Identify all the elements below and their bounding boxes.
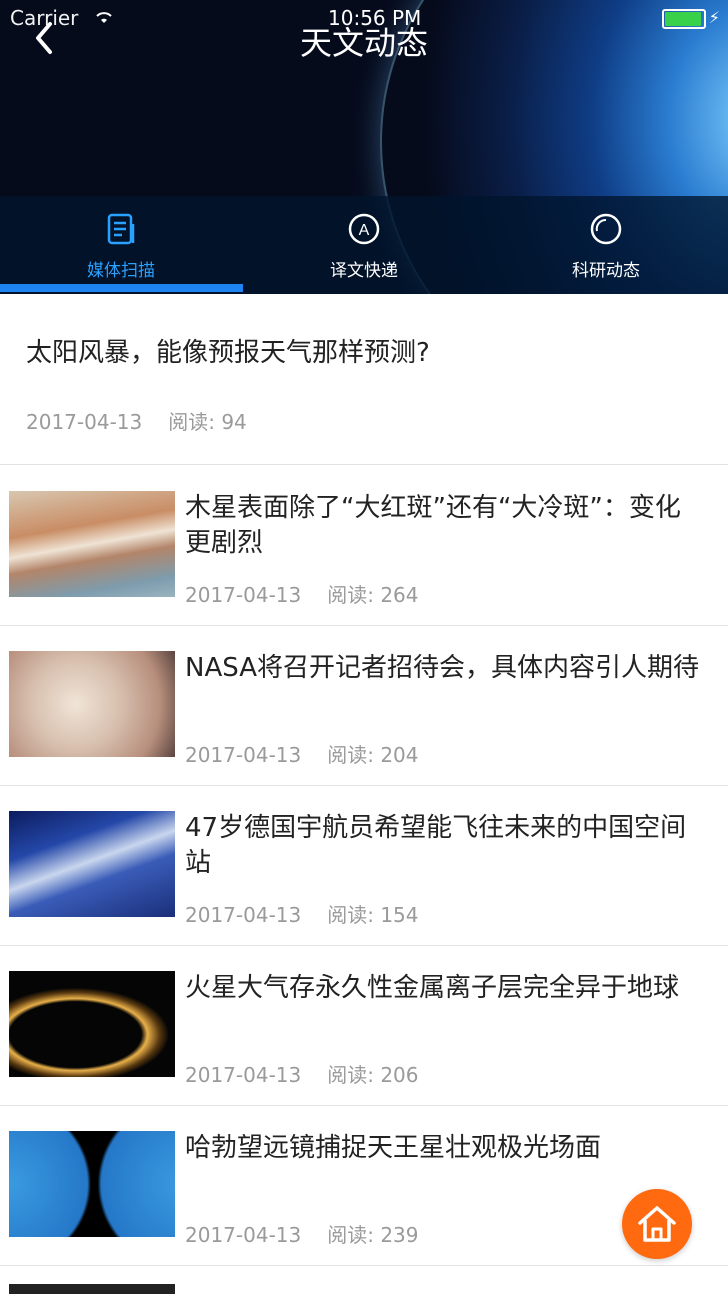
- list-item[interactable]: 木星表面除了“大红斑”还有“大冷斑”：变化更剧烈 2017-04-13 阅读: 2…: [0, 465, 728, 626]
- article-title: 太阳风暴，能像预报天气那样预测?: [26, 338, 430, 368]
- article-thumbnail: [9, 971, 175, 1077]
- article-views: 阅读: 94: [168, 410, 247, 434]
- list-item[interactable]: NASA将召开记者招待会，具体内容引人期待 2017-04-13 阅读: 204: [0, 625, 728, 786]
- header-banner: Carrier 10:56 PM ⚡ 天文动态 媒体扫描 A 译文快递 科研动态: [0, 0, 728, 294]
- article-meta: 2017-04-13 阅读: 204: [185, 739, 419, 768]
- article-views: 阅读: 206: [327, 1063, 419, 1087]
- article-title: 47岁德国宇航员希望能飞往未来的中国空间站: [185, 813, 687, 878]
- list-item[interactable]: 哈勃望远镜捕捉天王星壮观极光场面 2017-04-13 阅读: 239: [0, 1105, 728, 1266]
- tab-research-news[interactable]: 科研动态: [485, 196, 727, 294]
- home-icon: [638, 1206, 676, 1242]
- article-date: 2017-04-13: [185, 903, 302, 927]
- tab-label: 译文快递: [330, 261, 398, 281]
- article-thumbnail: [9, 811, 175, 917]
- featured-article[interactable]: 太阳风暴，能像预报天气那样预测? 2017-04-13 阅读: 94: [0, 294, 728, 465]
- list-item[interactable]: 火星大气存永久性金属离子层完全异于地球 2017-04-13 阅读: 206: [0, 945, 728, 1106]
- article-meta: 2017-04-13 阅读: 239: [185, 1219, 419, 1248]
- article-date: 2017-04-13: [185, 1223, 302, 1247]
- tab-translation-express[interactable]: A 译文快递: [243, 196, 485, 294]
- article-thumbnail: [9, 1284, 175, 1294]
- article-meta: 2017-04-13 阅读: 264: [185, 579, 419, 608]
- article-views: 阅读: 239: [327, 1223, 419, 1247]
- tab-label: 媒体扫描: [87, 261, 155, 281]
- active-tab-indicator: [0, 284, 243, 292]
- home-button[interactable]: [622, 1189, 692, 1259]
- article-thumbnail: [9, 491, 175, 597]
- article-date: 2017-04-13: [26, 410, 143, 434]
- tab-label: 科研动态: [572, 261, 640, 281]
- article-date: 2017-04-13: [185, 583, 302, 607]
- svg-text:A: A: [359, 222, 370, 239]
- article-views: 阅读: 154: [327, 903, 419, 927]
- circle-a-icon: A: [347, 212, 381, 246]
- article-meta: 2017-04-13 阅读: 206: [185, 1059, 419, 1088]
- article-meta: 2017-04-13 阅读: 154: [185, 899, 419, 928]
- tab-bar: 媒体扫描 A 译文快递 科研动态: [0, 196, 728, 294]
- article-title: NASA将召开记者招待会，具体内容引人期待: [185, 653, 700, 683]
- article-date: 2017-04-13: [185, 743, 302, 767]
- list-item[interactable]: 47岁德国宇航员希望能飞往未来的中国空间站 2017-04-13 阅读: 154: [0, 785, 728, 946]
- article-title: 木星表面除了“大红斑”还有“大冷斑”：变化更剧烈: [185, 493, 681, 558]
- article-thumbnail: [9, 1131, 175, 1237]
- article-views: 阅读: 204: [327, 743, 419, 767]
- article-views: 阅读: 264: [327, 583, 419, 607]
- ring-icon: [589, 212, 623, 246]
- page-title: 天文动态: [299, 24, 428, 62]
- article-thumbnail: [9, 651, 175, 757]
- article-title: 哈勃望远镜捕捉天王星壮观极光场面: [185, 1133, 602, 1163]
- article-meta: 2017-04-13 阅读: 94: [26, 406, 247, 435]
- document-icon: [104, 212, 138, 246]
- article-title: 火星大气存永久性金属离子层完全异于地球: [185, 973, 680, 1003]
- tab-media-scan[interactable]: 媒体扫描: [0, 196, 242, 294]
- article-date: 2017-04-13: [185, 1063, 302, 1087]
